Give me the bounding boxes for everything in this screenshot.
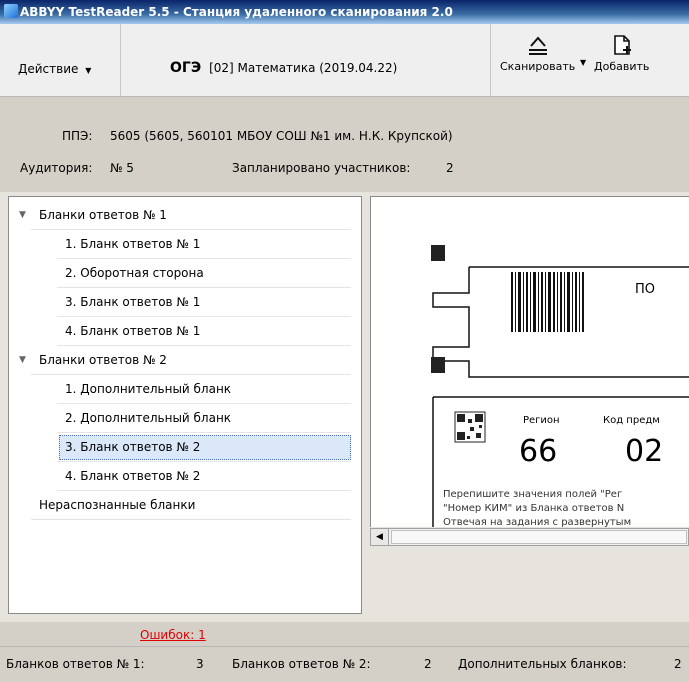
answers2-count-label: Бланков ответов № 2: [232,657,371,671]
errors-link[interactable]: Ошибок: 1 [140,628,206,642]
scan-button[interactable]: Сканировать [500,34,575,73]
form-note-line: Отвечая на задания с развернутым [443,517,631,527]
extra-count-value: 2 [674,657,682,671]
toolbar-divider [120,24,121,96]
tree-item[interactable]: 4. Бланк ответов № 2 [9,462,361,491]
form-preview[interactable]: ПО Регион Код предм 66 02 Перепишите зна… [370,196,689,527]
subject-code-value: 02 [625,434,663,469]
room-value: № 5 [110,161,134,175]
scanned-form-image: ПО Регион Код предм 66 02 Перепишите зна… [431,245,689,527]
planned-label: Запланировано участников: [232,161,411,175]
scrollbar-thumb[interactable] [391,530,687,544]
ppe-row: ППЭ: 5605 (5605, 560101 МБОУ СОШ №1 им. … [62,129,453,143]
exam-subject: [02] Математика (2019.04.22) [209,61,398,75]
action-menu-button[interactable]: Действие ▼ [18,62,91,76]
region-label: Регион [523,415,560,426]
form-note-line: "Номер КИМ" из Бланка ответов N [443,503,624,514]
forms-tree[interactable]: ▼ Бланки ответов № 1 1. Бланк ответов № … [8,196,362,614]
exam-code: ОГЭ [170,60,202,76]
status-bar: Бланков ответов № 1: 3 Бланков ответов №… [0,646,689,682]
main-area: ▼ Бланки ответов № 1 1. Бланк ответов № … [0,192,689,622]
tree-item[interactable]: 2. Дополнительный бланк [9,404,361,433]
add-label: Добавить [594,60,650,73]
action-label: Действие [18,62,79,76]
scan-dropdown-icon[interactable]: ▼ [580,58,586,67]
marker-square [431,245,445,261]
ppe-value: 5605 (5605, 560101 МБОУ СОШ №1 им. Н.К. … [110,129,453,143]
region-value: 66 [519,434,557,469]
form-header-text: ПО [635,282,655,297]
tree-group-answers2[interactable]: ▼ Бланки ответов № 2 [9,346,361,375]
collapse-arrow-icon[interactable]: ▼ [19,201,26,230]
marker-square [431,357,445,373]
horizontal-scrollbar[interactable]: ◀ [370,528,689,546]
toolbar-divider [490,24,491,96]
scan-icon [528,36,547,55]
tree-item[interactable]: 1. Бланк ответов № 1 [9,230,361,259]
scroll-left-icon[interactable]: ◀ [371,529,389,545]
tree-item[interactable]: 2. Оборотная сторона [9,259,361,288]
tree-item[interactable]: 1. Дополнительный бланк [9,375,361,404]
add-document-icon [613,35,631,55]
dropdown-arrow-icon: ▼ [85,66,92,75]
extra-count-label: Дополнительных бланков: [458,657,627,671]
form-note-line: Перепишите значения полей "Рег [443,489,622,500]
scan-label: Сканировать [500,60,576,73]
room-row: Аудитория: № 5 Запланировано участников:… [20,161,454,175]
tree-item-selected[interactable]: 3. Бланк ответов № 2 [9,433,361,462]
app-icon [4,4,18,18]
window-title: ABBYY TestReader 5.5 - Станция удаленног… [20,5,453,19]
collapse-arrow-icon[interactable]: ▼ [19,346,26,375]
tree-item[interactable]: 4. Бланк ответов № 1 [9,317,361,346]
toolbar: Действие ▼ ОГЭ [02] Математика (2019.04.2… [0,24,689,97]
barcode [511,272,584,332]
tree-item[interactable]: 3. Бланк ответов № 1 [9,288,361,317]
subject-code-label: Код предм [603,415,660,426]
add-button[interactable]: Добавить [594,34,649,73]
answers2-count-value: 2 [424,657,432,671]
qr-code [454,411,486,443]
room-label: Аудитория: [20,161,93,175]
answers1-count-label: Бланков ответов № 1: [6,657,145,671]
ppe-label: ППЭ: [62,129,93,143]
info-panel: ППЭ: 5605 (5605, 560101 МБОУ СОШ №1 им. … [0,97,689,189]
tree-group-unrecognized[interactable]: Нераспознанные бланки [9,491,361,520]
tree-group-answers1[interactable]: ▼ Бланки ответов № 1 [9,201,361,230]
planned-value: 2 [446,161,454,175]
exam-title: ОГЭ [02] Математика (2019.04.22) [170,60,397,76]
title-bar[interactable]: ABBYY TestReader 5.5 - Станция удаленног… [0,0,689,24]
answers1-count-value: 3 [196,657,204,671]
